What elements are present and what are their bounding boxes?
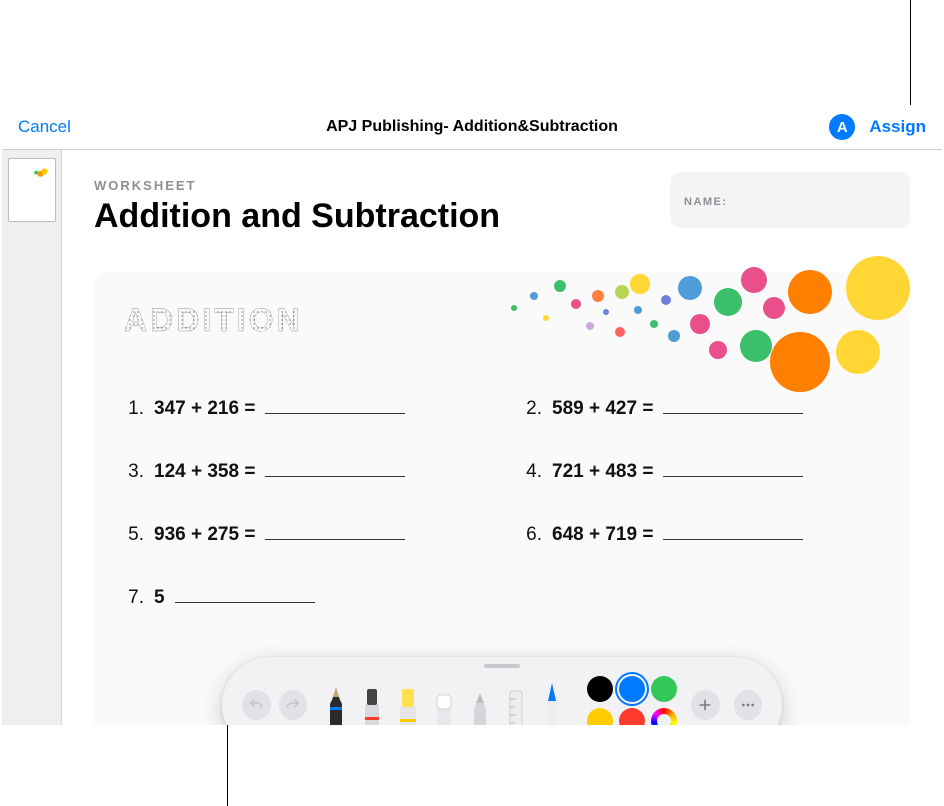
ellipsis-icon — [740, 697, 756, 713]
undo-icon — [248, 697, 264, 713]
color-yellow[interactable] — [587, 708, 613, 725]
callout-line-top — [910, 0, 911, 105]
page-thumbnails-sidebar — [2, 150, 62, 725]
color-green[interactable] — [651, 676, 677, 702]
redo-icon — [285, 697, 301, 713]
problem-number: 5. — [124, 524, 144, 546]
problem-number: 4. — [522, 461, 542, 483]
assign-button[interactable]: Assign — [869, 117, 926, 137]
problem-equation: 124 + 358 = — [154, 461, 255, 483]
pencil-tool[interactable] — [465, 677, 495, 725]
answer-blank[interactable] — [663, 395, 803, 414]
marker-tool[interactable] — [357, 677, 387, 725]
problem-equation: 347 + 216 = — [154, 398, 255, 420]
markup-toolbar — [222, 657, 782, 725]
answer-blank[interactable] — [265, 521, 405, 540]
answer-blank[interactable] — [663, 521, 803, 540]
lasso-tool[interactable] — [537, 677, 567, 725]
problem-equation: 936 + 275 = — [154, 524, 255, 546]
redo-button[interactable] — [279, 690, 308, 720]
undo-button[interactable] — [242, 690, 271, 720]
problem-row: 7.5 — [124, 584, 482, 609]
toolbar-grabber[interactable] — [484, 664, 520, 668]
page-thumbnail-1[interactable] — [8, 158, 56, 222]
eraser-tool[interactable] — [429, 677, 459, 725]
name-label: NAME: — [684, 196, 728, 208]
problem-row: 2. 589 + 427 = — [522, 395, 880, 420]
color-black[interactable] — [587, 676, 613, 702]
markup-mode-badge[interactable]: A — [829, 114, 855, 140]
problem-row: 6. 648 + 719 = — [522, 521, 880, 546]
color-picker-wheel[interactable] — [651, 708, 677, 725]
problem-equation: 721 + 483 = — [552, 461, 653, 483]
document-title: APJ Publishing- Addition&Subtraction — [2, 118, 942, 136]
answer-blank[interactable] — [265, 458, 405, 477]
problem-equation: 5 — [154, 587, 165, 609]
plus-icon — [697, 697, 713, 713]
tool-picker — [321, 657, 567, 725]
ruler-tool[interactable] — [501, 677, 531, 725]
color-blue[interactable] — [619, 676, 645, 702]
section-heading: ADDITION — [124, 302, 880, 339]
problem-equation: 648 + 719 = — [552, 524, 653, 546]
problem-row: 4. 721 + 483 = — [522, 458, 880, 483]
more-button[interactable] — [734, 690, 763, 720]
color-red[interactable] — [619, 708, 645, 725]
problem-row: 5. 936 + 275 = — [124, 521, 482, 546]
pen-tool[interactable] — [321, 677, 351, 725]
answer-blank[interactable] — [265, 395, 405, 414]
app-window: Cancel APJ Publishing- Addition&Subtract… — [2, 105, 942, 725]
problem-equation: 589 + 427 = — [552, 398, 653, 420]
document-canvas[interactable]: WORKSHEET Addition and Subtraction NAME:… — [62, 150, 942, 725]
header-bar: Cancel APJ Publishing- Addition&Subtract… — [2, 105, 942, 149]
highlighter-tool[interactable] — [393, 677, 423, 725]
problem-number: 2. — [522, 398, 542, 420]
name-field-box: NAME: — [670, 172, 910, 228]
color-palette — [587, 676, 677, 725]
callout-line-bottom — [227, 725, 228, 806]
problem-row: 3. 124 + 358 = — [124, 458, 482, 483]
answer-blank[interactable] — [663, 458, 803, 477]
add-button[interactable] — [691, 690, 720, 720]
answer-blank[interactable] — [175, 584, 315, 603]
problem-number: 6. — [522, 524, 542, 546]
problem-number: 3. — [124, 461, 144, 483]
cancel-button[interactable]: Cancel — [18, 117, 71, 137]
problems-grid: 1. 347 + 216 = 2. 589 + 427 = 3. 124 + 358 = 4… — [124, 395, 880, 609]
problem-row: 1. 347 + 216 = — [124, 395, 482, 420]
problem-number: 1. — [124, 398, 144, 420]
problem-number: 7. — [124, 587, 144, 609]
